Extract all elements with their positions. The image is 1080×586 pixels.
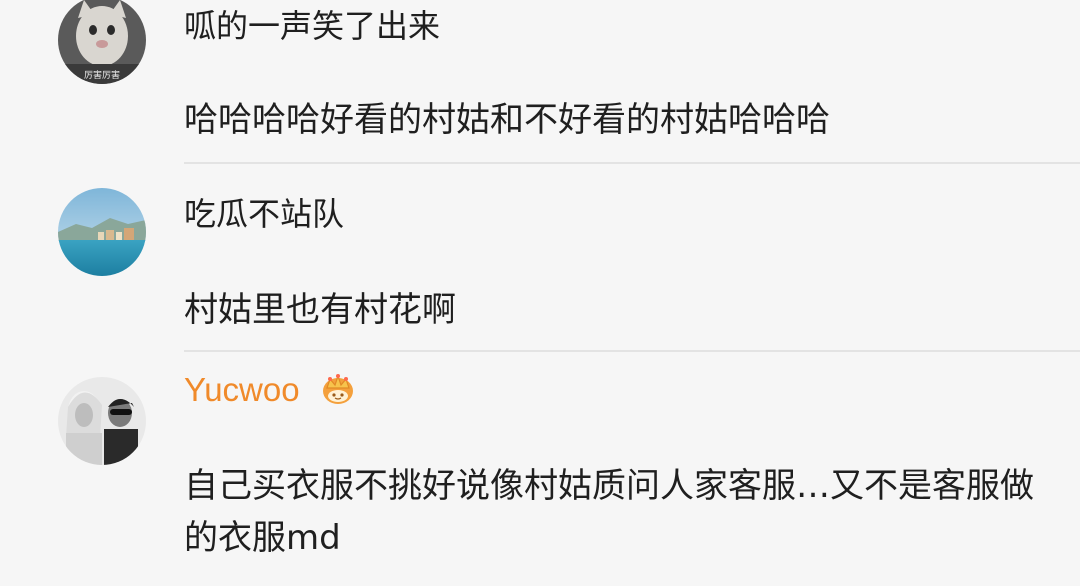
comment-text: 村姑里也有村花啊 xyxy=(184,290,456,330)
divider xyxy=(184,162,1080,164)
username[interactable]: Yucwoo xyxy=(184,370,357,410)
comment-text: 哈哈哈哈好看的村姑和不好看的村姑哈哈哈 xyxy=(184,100,830,140)
photo-avatar-icon xyxy=(58,377,146,465)
avatar[interactable]: 厉害厉害 xyxy=(58,0,146,84)
cat-meme-avatar-icon: 厉害厉害 xyxy=(58,0,146,84)
username-label: Yucwoo xyxy=(184,371,300,408)
username[interactable]: 呱的一声笑了出来 xyxy=(184,6,440,46)
lake-scenery-avatar-icon xyxy=(58,188,146,276)
avatar-caption: 厉害厉害 xyxy=(84,69,120,81)
crown-badge-icon xyxy=(319,370,357,408)
comment-text: 自己买衣服不挑好说像村姑质问人家客服…又不是客服做的衣服md xyxy=(184,466,1034,558)
avatar[interactable] xyxy=(58,188,146,276)
comment-feed: 厉害厉害 呱的一声笑了出来 哈哈哈哈好看的村姑和不好看的村姑哈哈哈 吃瓜不站队 … xyxy=(0,0,1080,586)
username[interactable]: 吃瓜不站队 xyxy=(184,194,344,234)
divider xyxy=(184,350,1080,352)
avatar[interactable] xyxy=(58,377,146,465)
